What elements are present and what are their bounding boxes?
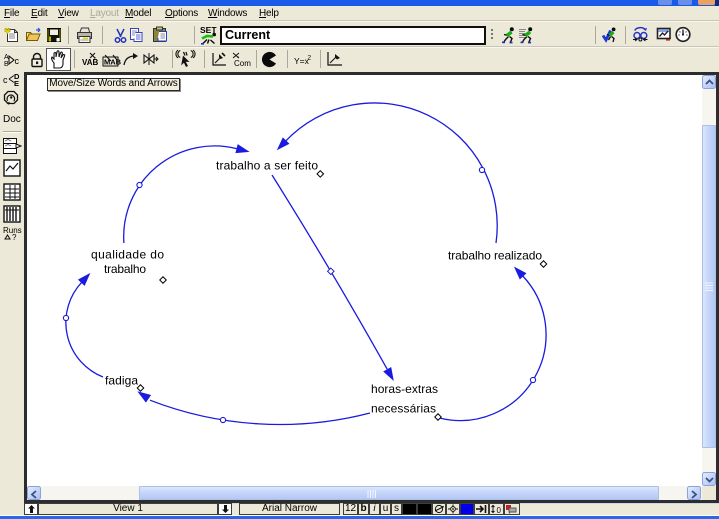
svg-text:0: 0 <box>497 506 502 515</box>
svg-text:trabalho: trabalho <box>104 262 146 276</box>
svg-text:fadiga: fadiga <box>105 374 138 388</box>
svg-text:necessárias: necessárias <box>371 402 436 416</box>
svg-text:qualidade do: qualidade do <box>91 248 164 262</box>
svg-text:horas-extras: horas-extras <box>371 382 438 396</box>
svg-text:trabalho realizado: trabalho realizado <box>448 249 542 263</box>
svg-text:trabalho a ser feito: trabalho a ser feito <box>216 159 318 173</box>
